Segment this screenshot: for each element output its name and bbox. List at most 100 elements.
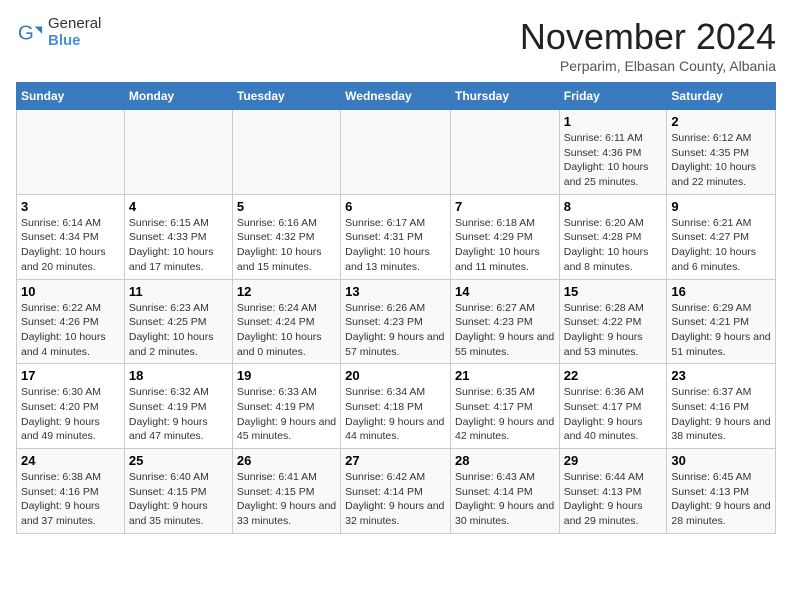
day-info: Sunrise: 6:40 AM Sunset: 4:15 PM Dayligh… <box>129 470 228 529</box>
day-info: Sunrise: 6:33 AM Sunset: 4:19 PM Dayligh… <box>237 385 336 444</box>
subtitle: Perparim, Elbasan County, Albania <box>520 58 776 74</box>
title-block: November 2024 Perparim, Elbasan County, … <box>520 16 776 74</box>
day-number: 3 <box>21 199 120 214</box>
logo: G General Blue <box>16 16 101 49</box>
day-info: Sunrise: 6:36 AM Sunset: 4:17 PM Dayligh… <box>564 385 663 444</box>
calendar-cell: 26 Sunrise: 6:41 AM Sunset: 4:15 PM Dayli… <box>232 449 340 534</box>
day-number: 13 <box>345 284 446 299</box>
day-number: 11 <box>129 284 228 299</box>
day-number: 4 <box>129 199 228 214</box>
calendar-cell <box>124 110 232 195</box>
logo-text: General Blue <box>48 16 101 49</box>
calendar-week-row: 17 Sunrise: 6:30 AM Sunset: 4:20 PM Dayli… <box>17 364 776 449</box>
day-info: Sunrise: 6:17 AM Sunset: 4:31 PM Dayligh… <box>345 216 446 275</box>
day-info: Sunrise: 6:32 AM Sunset: 4:19 PM Dayligh… <box>129 385 228 444</box>
day-number: 19 <box>237 368 336 383</box>
day-number: 22 <box>564 368 663 383</box>
calendar-cell: 11 Sunrise: 6:23 AM Sunset: 4:25 PM Dayli… <box>124 279 232 364</box>
calendar-cell: 8Sunrise: 6:20 AM Sunset: 4:28 PM Daylig… <box>559 194 667 279</box>
day-number: 16 <box>671 284 771 299</box>
calendar-table: SundayMondayTuesdayWednesdayThursdayFrid… <box>16 82 776 534</box>
calendar-cell: 20 Sunrise: 6:34 AM Sunset: 4:18 PM Dayli… <box>341 364 451 449</box>
calendar-cell: 7 Sunrise: 6:18 AM Sunset: 4:29 PM Daylig… <box>450 194 559 279</box>
calendar-cell: 19 Sunrise: 6:33 AM Sunset: 4:19 PM Dayli… <box>232 364 340 449</box>
calendar-cell: 15Sunrise: 6:28 AM Sunset: 4:22 PM Dayli… <box>559 279 667 364</box>
day-info: Sunrise: 6:42 AM Sunset: 4:14 PM Dayligh… <box>345 470 446 529</box>
day-number: 15 <box>564 284 663 299</box>
day-number: 1 <box>564 114 663 129</box>
calendar-cell: 12 Sunrise: 6:24 AM Sunset: 4:24 PM Dayli… <box>232 279 340 364</box>
day-info: Sunrise: 6:37 AM Sunset: 4:16 PM Dayligh… <box>671 385 771 444</box>
day-info: Sunrise: 6:44 AM Sunset: 4:13 PM Dayligh… <box>564 470 663 529</box>
day-number: 23 <box>671 368 771 383</box>
day-info: Sunrise: 6:30 AM Sunset: 4:20 PM Dayligh… <box>21 385 120 444</box>
calendar-cell: 3 Sunrise: 6:14 AM Sunset: 4:34 PM Daylig… <box>17 194 125 279</box>
calendar-week-row: 1 Sunrise: 6:11 AM Sunset: 4:36 PM Daylig… <box>17 110 776 195</box>
day-info: Sunrise: 6:29 AM Sunset: 4:21 PM Dayligh… <box>671 301 771 360</box>
page-header: G General Blue November 2024 Perparim, E… <box>16 16 776 74</box>
day-info: Sunrise: 6:12 AM Sunset: 4:35 PM Dayligh… <box>671 131 771 190</box>
calendar-cell <box>232 110 340 195</box>
day-info: Sunrise: 6:18 AM Sunset: 4:29 PM Dayligh… <box>455 216 555 275</box>
calendar-cell: 22 Sunrise: 6:36 AM Sunset: 4:17 PM Dayli… <box>559 364 667 449</box>
calendar-week-row: 10Sunrise: 6:22 AM Sunset: 4:26 PM Dayli… <box>17 279 776 364</box>
month-title: November 2024 <box>520 16 776 58</box>
calendar-cell: 2Sunrise: 6:12 AM Sunset: 4:35 PM Daylig… <box>667 110 776 195</box>
day-info: Sunrise: 6:23 AM Sunset: 4:25 PM Dayligh… <box>129 301 228 360</box>
calendar-cell: 6 Sunrise: 6:17 AM Sunset: 4:31 PM Daylig… <box>341 194 451 279</box>
day-info: Sunrise: 6:41 AM Sunset: 4:15 PM Dayligh… <box>237 470 336 529</box>
day-number: 26 <box>237 453 336 468</box>
logo-blue: Blue <box>48 33 101 50</box>
logo-general: General <box>48 16 101 33</box>
day-number: 18 <box>129 368 228 383</box>
calendar-cell: 16 Sunrise: 6:29 AM Sunset: 4:21 PM Dayli… <box>667 279 776 364</box>
calendar-cell: 10Sunrise: 6:22 AM Sunset: 4:26 PM Dayli… <box>17 279 125 364</box>
calendar-cell: 30 Sunrise: 6:45 AM Sunset: 4:13 PM Dayli… <box>667 449 776 534</box>
weekday-header: Friday <box>559 83 667 110</box>
day-number: 17 <box>21 368 120 383</box>
day-number: 25 <box>129 453 228 468</box>
day-number: 27 <box>345 453 446 468</box>
calendar-cell: 24 Sunrise: 6:38 AM Sunset: 4:16 PM Dayli… <box>17 449 125 534</box>
day-info: Sunrise: 6:14 AM Sunset: 4:34 PM Dayligh… <box>21 216 120 275</box>
calendar-cell: 1 Sunrise: 6:11 AM Sunset: 4:36 PM Daylig… <box>559 110 667 195</box>
calendar-cell <box>450 110 559 195</box>
day-number: 7 <box>455 199 555 214</box>
day-number: 5 <box>237 199 336 214</box>
calendar-cell: 13 Sunrise: 6:26 AM Sunset: 4:23 PM Dayli… <box>341 279 451 364</box>
svg-text:G: G <box>18 21 34 44</box>
calendar-week-row: 3 Sunrise: 6:14 AM Sunset: 4:34 PM Daylig… <box>17 194 776 279</box>
calendar-cell: 9Sunrise: 6:21 AM Sunset: 4:27 PM Daylig… <box>667 194 776 279</box>
day-info: Sunrise: 6:45 AM Sunset: 4:13 PM Dayligh… <box>671 470 771 529</box>
calendar-cell <box>341 110 451 195</box>
calendar-cell: 4 Sunrise: 6:15 AM Sunset: 4:33 PM Daylig… <box>124 194 232 279</box>
day-number: 6 <box>345 199 446 214</box>
day-info: Sunrise: 6:26 AM Sunset: 4:23 PM Dayligh… <box>345 301 446 360</box>
day-info: Sunrise: 6:38 AM Sunset: 4:16 PM Dayligh… <box>21 470 120 529</box>
weekday-header: Sunday <box>17 83 125 110</box>
day-info: Sunrise: 6:43 AM Sunset: 4:14 PM Dayligh… <box>455 470 555 529</box>
weekday-header: Saturday <box>667 83 776 110</box>
day-number: 30 <box>671 453 771 468</box>
calendar-cell: 25 Sunrise: 6:40 AM Sunset: 4:15 PM Dayli… <box>124 449 232 534</box>
calendar-cell: 5Sunrise: 6:16 AM Sunset: 4:32 PM Daylig… <box>232 194 340 279</box>
day-number: 9 <box>671 199 771 214</box>
calendar-cell: 14Sunrise: 6:27 AM Sunset: 4:23 PM Dayli… <box>450 279 559 364</box>
calendar-cell: 23 Sunrise: 6:37 AM Sunset: 4:16 PM Dayli… <box>667 364 776 449</box>
logo-icon: G <box>16 19 44 47</box>
day-number: 21 <box>455 368 555 383</box>
calendar-week-row: 24 Sunrise: 6:38 AM Sunset: 4:16 PM Dayli… <box>17 449 776 534</box>
day-number: 20 <box>345 368 446 383</box>
day-number: 24 <box>21 453 120 468</box>
day-number: 12 <box>237 284 336 299</box>
weekday-header: Monday <box>124 83 232 110</box>
calendar-cell: 17 Sunrise: 6:30 AM Sunset: 4:20 PM Dayli… <box>17 364 125 449</box>
day-info: Sunrise: 6:24 AM Sunset: 4:24 PM Dayligh… <box>237 301 336 360</box>
calendar-cell <box>17 110 125 195</box>
day-info: Sunrise: 6:34 AM Sunset: 4:18 PM Dayligh… <box>345 385 446 444</box>
day-number: 28 <box>455 453 555 468</box>
day-info: Sunrise: 6:15 AM Sunset: 4:33 PM Dayligh… <box>129 216 228 275</box>
day-info: Sunrise: 6:22 AM Sunset: 4:26 PM Dayligh… <box>21 301 120 360</box>
day-info: Sunrise: 6:27 AM Sunset: 4:23 PM Dayligh… <box>455 301 555 360</box>
day-info: Sunrise: 6:11 AM Sunset: 4:36 PM Dayligh… <box>564 131 663 190</box>
